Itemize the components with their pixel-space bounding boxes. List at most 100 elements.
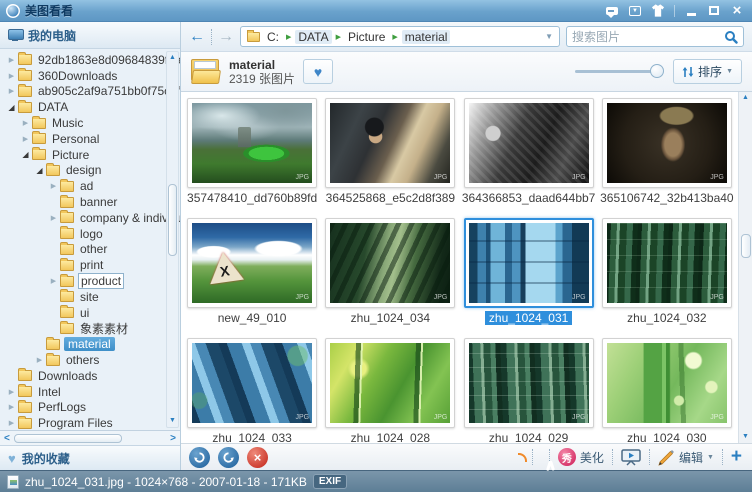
expand-arrow-icon[interactable]: ▶ bbox=[6, 72, 17, 80]
thumbnail-caption[interactable]: zhu_1024_029 bbox=[489, 431, 568, 443]
thumbnail-364525868_e5c2d8f389[interactable]: JPG 364525868_e5c2d8f389 bbox=[323, 98, 457, 206]
tree-item-material[interactable]: material bbox=[2, 336, 180, 352]
rotate-left-button[interactable] bbox=[189, 447, 210, 468]
breadcrumb-segment[interactable]: material bbox=[402, 30, 451, 44]
thumbnail-card[interactable]: JPG bbox=[464, 338, 594, 428]
expand-arrow-icon[interactable]: ▶ bbox=[6, 388, 17, 396]
expand-arrow-icon[interactable]: ▶ bbox=[48, 214, 59, 222]
thumbnail-image[interactable]: JPG bbox=[192, 223, 312, 303]
scroll-left-icon[interactable]: < bbox=[4, 433, 10, 444]
tree-item-Personal[interactable]: ▶Personal bbox=[2, 131, 180, 147]
scrollbar-thumb[interactable] bbox=[14, 434, 122, 443]
edit-button[interactable]: 编辑 ▼ bbox=[658, 449, 714, 466]
tree-item-ui[interactable]: ui bbox=[2, 305, 180, 321]
thumbnail-zhu_1024_032[interactable]: JPG zhu_1024_032 bbox=[600, 218, 734, 326]
tree-item-92db1863e8d09684839fea[interactable]: ▶92db1863e8d09684839fea bbox=[2, 52, 180, 68]
scroll-up-icon[interactable]: ▲ bbox=[169, 52, 176, 64]
forward-button[interactable]: → bbox=[218, 27, 234, 47]
address-breadcrumb[interactable]: C: ▶ DATA ▶ Picture ▶ material ▼ bbox=[240, 26, 560, 47]
thumbnail-image[interactable]: JPG bbox=[330, 103, 450, 183]
scroll-down-icon[interactable]: ▼ bbox=[742, 431, 749, 443]
tree-item-PerfLogs[interactable]: ▶PerfLogs bbox=[2, 400, 180, 416]
tree-item-360Downloads[interactable]: ▶360Downloads bbox=[2, 68, 180, 84]
tree-item-site[interactable]: site bbox=[2, 289, 180, 305]
collapse-arrow-icon[interactable]: ◢ bbox=[20, 150, 31, 159]
thumbnail-caption[interactable]: 364366853_daad644bb7 bbox=[462, 191, 595, 205]
expand-arrow-icon[interactable]: ▶ bbox=[20, 135, 31, 143]
tree-item-other[interactable]: other bbox=[2, 242, 180, 258]
thumbnail-size-slider[interactable] bbox=[575, 70, 661, 73]
thumbnail-image[interactable]: JPG bbox=[607, 343, 727, 423]
thumbnail-image[interactable]: JPG bbox=[469, 223, 589, 303]
expand-arrow-icon[interactable]: ▶ bbox=[6, 87, 17, 95]
thumbnail-image[interactable]: JPG bbox=[192, 103, 312, 183]
thumbnail-364366853_daad644bb7[interactable]: JPG364366853_daad644bb7 bbox=[462, 98, 596, 206]
expand-arrow-icon[interactable]: ▶ bbox=[6, 403, 17, 411]
close-button[interactable]: × bbox=[730, 4, 744, 18]
thumbnail-card[interactable]: JPG bbox=[325, 338, 455, 428]
tree-vertical-scrollbar[interactable]: ▲ ▼ bbox=[166, 51, 179, 428]
breadcrumb-drive[interactable]: C: bbox=[264, 30, 282, 44]
thumbnail-card[interactable]: JPG bbox=[187, 98, 317, 188]
thumbnail-caption[interactable]: zhu_1024_028 bbox=[351, 431, 430, 443]
thumbnail-caption[interactable]: zhu_1024_032 bbox=[627, 311, 706, 325]
tree-item-company & individu[interactable]: ▶company & individu bbox=[2, 210, 180, 226]
chevron-down-icon[interactable]: ▼ bbox=[545, 32, 553, 41]
thumbnail-card[interactable]: JPG bbox=[602, 218, 732, 308]
expand-arrow-icon[interactable]: ▶ bbox=[48, 277, 59, 285]
thumbnail-image[interactable]: JPG bbox=[192, 343, 312, 423]
tree-horizontal-scrollbar[interactable]: < > bbox=[0, 430, 180, 445]
thumbnail-365106742_32b413ba40[interactable]: JPG365106742_32b413ba40 bbox=[600, 98, 734, 206]
slider-knob[interactable] bbox=[650, 64, 664, 78]
my-computer-header[interactable]: 我的电脑 bbox=[0, 22, 180, 49]
thumbnail-image[interactable]: JPG bbox=[607, 223, 727, 303]
thumbnail-caption[interactable]: 364525868_e5c2d8f389 bbox=[326, 191, 455, 205]
maximize-button[interactable] bbox=[707, 4, 721, 18]
tree-item-design[interactable]: ◢design bbox=[2, 163, 180, 179]
rotate-right-button[interactable] bbox=[218, 447, 239, 468]
thumbnail-zhu_1024_029[interactable]: JPG zhu_1024_029 bbox=[462, 338, 596, 443]
tree-item-ab905c2af9a751bb0f75c4fa[interactable]: ▶ab905c2af9a751bb0f75c4fa bbox=[2, 84, 180, 100]
grid-vertical-scrollbar[interactable]: ▲ ▼ bbox=[738, 92, 752, 443]
thumbnail-caption[interactable]: zhu_1024_033 bbox=[212, 431, 291, 443]
thumbnail-card[interactable]: JPG bbox=[325, 98, 455, 188]
beautify-button[interactable]: 秀 美化 bbox=[558, 448, 604, 466]
tree-item-banner[interactable]: banner bbox=[2, 194, 180, 210]
search-input[interactable] bbox=[572, 30, 724, 44]
slideshow-button[interactable] bbox=[621, 449, 641, 466]
scrollbar-thumb[interactable] bbox=[741, 234, 751, 258]
collapse-arrow-icon[interactable]: ◢ bbox=[6, 103, 17, 112]
thumbnail-card[interactable]: JPG bbox=[602, 338, 732, 428]
my-favorites-header[interactable]: ♥ 我的收藏 bbox=[0, 445, 180, 470]
thumbnail-caption[interactable]: zhu_1024_030 bbox=[627, 431, 706, 443]
thumbnail-zhu_1024_028[interactable]: JPG zhu_1024_028 bbox=[323, 338, 457, 443]
sort-button[interactable]: 排序 ▼ bbox=[673, 59, 742, 84]
thumbnail-zhu_1024_033[interactable]: JPG zhu_1024_033 bbox=[185, 338, 319, 443]
tree-item-product[interactable]: ▶product bbox=[2, 273, 180, 289]
tree-item-Music[interactable]: ▶Music bbox=[2, 115, 180, 131]
expand-arrow-icon[interactable]: ▶ bbox=[20, 119, 31, 127]
thumbnail-357478410_dd760b89fd[interactable]: JPG 357478410_dd760b89fd bbox=[185, 98, 319, 206]
thumbnail-caption[interactable]: new_49_010 bbox=[218, 311, 287, 325]
expand-arrow-icon[interactable]: ▶ bbox=[34, 356, 45, 364]
breadcrumb-segment[interactable]: DATA bbox=[295, 30, 331, 44]
expand-arrow-icon[interactable]: ▶ bbox=[6, 419, 17, 427]
back-button[interactable]: ← bbox=[189, 27, 205, 47]
thumbnail-zhu_1024_034[interactable]: JPGzhu_1024_034 bbox=[323, 218, 457, 326]
tree-item-Program Files[interactable]: ▶Program Files bbox=[2, 415, 180, 430]
tree-item-象素素材[interactable]: 象素素材 bbox=[2, 321, 180, 337]
scroll-down-icon[interactable]: ▼ bbox=[169, 415, 176, 427]
thumbnail-caption[interactable]: 357478410_dd760b89fd bbox=[187, 191, 317, 205]
tree-item-Intel[interactable]: ▶Intel bbox=[2, 384, 180, 400]
tree-item-DATA[interactable]: ◢DATA bbox=[2, 99, 180, 115]
minimize-button[interactable] bbox=[684, 4, 698, 18]
scroll-up-icon[interactable]: ▲ bbox=[742, 92, 749, 104]
thumbnail-zhu_1024_030[interactable]: JPG zhu_1024_030 bbox=[600, 338, 734, 443]
thumbnail-card[interactable]: JPG bbox=[602, 98, 732, 188]
collapse-arrow-icon[interactable]: ◢ bbox=[34, 166, 45, 175]
search-icon[interactable] bbox=[724, 30, 738, 44]
scroll-right-icon[interactable]: > bbox=[170, 433, 176, 444]
thumbnail-image[interactable]: JPG bbox=[330, 343, 450, 423]
tree-item-Picture[interactable]: ◢Picture bbox=[2, 147, 180, 163]
thumbnail-card[interactable]: JPG bbox=[187, 338, 317, 428]
